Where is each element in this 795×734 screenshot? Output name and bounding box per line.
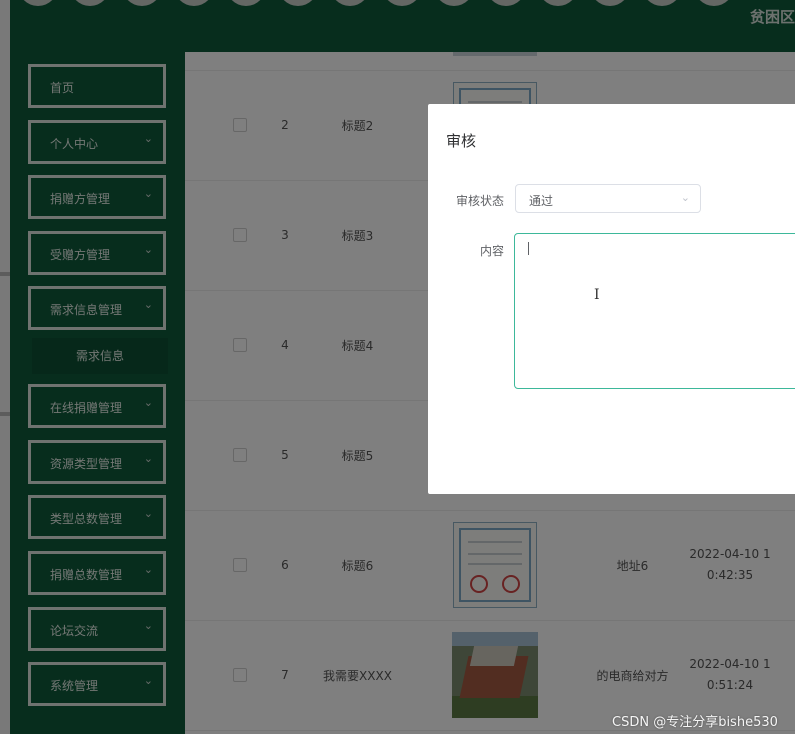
text-caret xyxy=(528,242,529,255)
watermark: CSDN @专注分享bishe530 xyxy=(612,715,778,730)
content-textarea[interactable] xyxy=(514,233,795,389)
dialog-title: 审核 xyxy=(446,132,477,150)
review-dialog: 审核 审核状态 通过 ⌄ 内容 xyxy=(428,104,795,494)
content-label: 内容 xyxy=(479,244,504,258)
text-cursor-icon: I xyxy=(594,287,600,303)
chevron-down-icon: ⌄ xyxy=(680,191,690,204)
status-label: 审核状态 xyxy=(455,194,504,208)
review-status-value: 通过 xyxy=(529,194,554,208)
review-status-select[interactable]: 通过 ⌄ xyxy=(515,184,701,213)
